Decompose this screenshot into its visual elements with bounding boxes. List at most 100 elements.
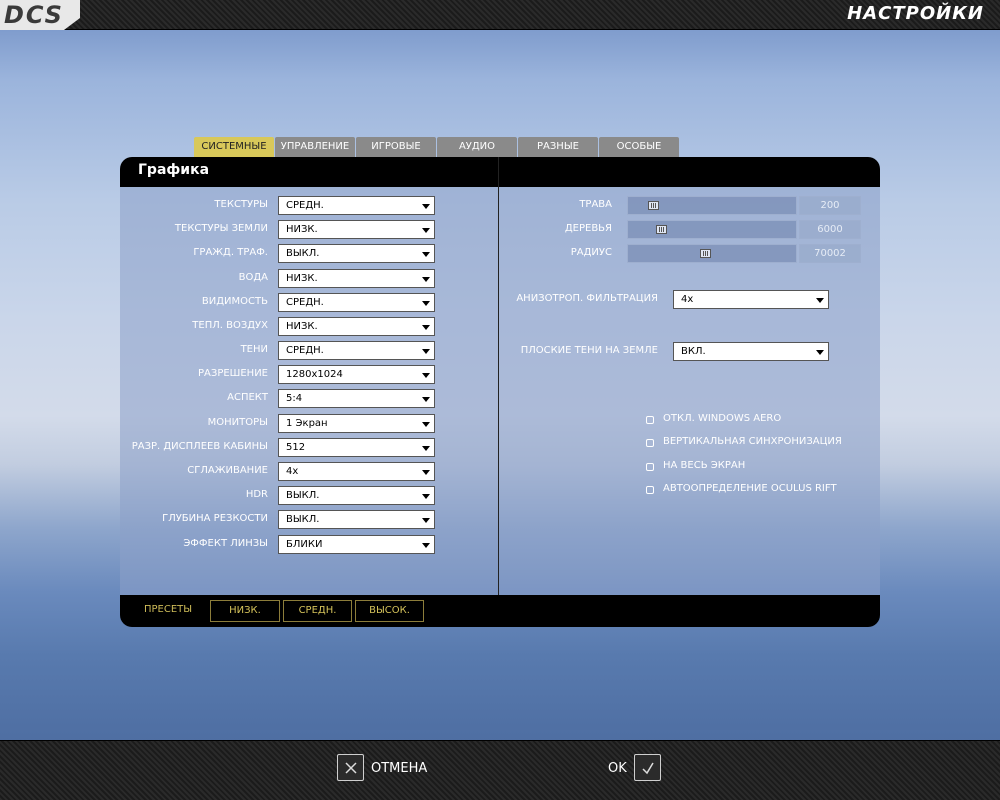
panel-body: ТЕКСТУРЫ СРЕДН. ТЕКСТУРЫ ЗЕМЛИ НИЗК. ГРА… [120,187,880,595]
chevron-down-icon [422,543,430,548]
checkbox-oculus[interactable]: АВТООПРЕДЕЛЕНИЕ OCULUS RIFT [646,483,880,499]
select-value: 1280x1024 [286,369,343,380]
checkbox-box[interactable] [646,416,654,424]
chevron-down-icon [816,350,824,355]
slider-row-radius: РАДИУС 70002 [498,244,880,264]
setting-row-shadows: ТЕНИ СРЕДН. [120,341,498,361]
slider-label: ДЕРЕВЬЯ [564,223,612,234]
slider-label: РАДИУС [570,247,612,258]
chevron-down-icon [422,349,430,354]
panel-title: Графика [138,162,210,178]
shadows-select[interactable]: СРЕДН. [278,341,435,360]
resolution-select[interactable]: 1280x1024 [278,365,435,384]
setting-row-monitors: МОНИТОРЫ 1 Экран [120,414,498,434]
setting-row-heat-blur: ТЕПЛ. ВОЗДУХ НИЗК. [120,317,498,337]
checkbox-fullscreen[interactable]: НА ВЕСЬ ЭКРАН [646,460,880,476]
tab-controls[interactable]: УПРАВЛЕНИЕ [275,137,355,157]
setting-row-ground-textures: ТЕКСТУРЫ ЗЕМЛИ НИЗК. [120,220,498,240]
monitors-select[interactable]: 1 Экран [278,414,435,433]
civil-traffic-select[interactable]: ВЫКЛ. [278,244,435,263]
aspect-select[interactable]: 5:4 [278,389,435,408]
preset-low-button[interactable]: НИЗК. [210,600,280,622]
select-value: СРЕДН. [286,345,324,356]
setting-row-depth-of-field: ГЛУБИНА РЕЗКОСТИ ВЫКЛ. [120,510,498,530]
ok-button[interactable]: OK [606,754,666,784]
select-value: НИЗК. [286,321,318,332]
ground-textures-select[interactable]: НИЗК. [278,220,435,239]
cockpit-displays-select[interactable]: 512 [278,438,435,457]
chevron-down-icon [422,228,430,233]
tab-gameplay[interactable]: ИГРОВЫЕ [356,137,436,157]
select-value: 5:4 [286,393,303,404]
checkbox-box[interactable] [646,463,654,471]
setting-row-hdr: HDR ВЫКЛ. [120,486,498,506]
textures-select[interactable]: СРЕДН. [278,196,435,215]
slider-thumb[interactable] [648,201,659,210]
chevron-down-icon [816,298,824,303]
setting-label: ТЕКСТУРЫ [214,199,268,210]
setting-row-aspect: АСПЕКТ 5:4 [120,389,498,409]
setting-label: АНИЗОТРОП. ФИЛЬТРАЦИЯ [516,293,658,304]
setting-label: АСПЕКТ [227,392,268,403]
slider-thumb[interactable] [656,225,667,234]
tab-system[interactable]: СИСТЕМНЫЕ [194,137,274,157]
setting-label: ВИДИМОСТЬ [201,296,268,307]
slider-label: ТРАВА [579,199,612,210]
page-title: НАСТРОЙКИ [847,3,984,24]
checkbox-box[interactable] [646,486,654,494]
tab-audio[interactable]: АУДИО [437,137,517,157]
graphics-panel: Графика ТЕКСТУРЫ СРЕДН. ТЕКСТУРЫ ЗЕМЛИ Н… [120,157,880,627]
check-icon [634,754,661,781]
hdr-select[interactable]: ВЫКЛ. [278,486,435,505]
chevron-down-icon [422,373,430,378]
select-value: 512 [286,442,306,453]
checkbox-disable-aero[interactable]: ОТКЛ. WINDOWS AERO [646,413,880,429]
select-value: ВЫКЛ. [286,490,320,501]
bottom-bar: ОТМЕНА OK [0,740,1000,800]
chevron-down-icon [422,325,430,330]
preset-high-button[interactable]: ВЫСОК. [355,600,424,622]
ok-label: OK [608,761,627,776]
setting-label: ГЛУБИНА РЕЗКОСТИ [162,513,268,524]
chevron-down-icon [422,204,430,209]
select-value: НИЗК. [286,224,318,235]
setting-row-cockpit-displays: РАЗР. ДИСПЛЕЕВ КАБИНЫ 512 [120,438,498,458]
lens-effect-select[interactable]: БЛИКИ [278,535,435,554]
radius-slider[interactable] [627,244,797,263]
presets-label: ПРЕСЕТЫ [144,604,193,615]
trees-slider[interactable] [627,220,797,239]
slider-thumb[interactable] [700,249,711,258]
setting-label: ТЕПЛ. ВОЗДУХ [192,320,268,331]
cancel-button[interactable]: ОТМЕНА [337,754,447,784]
chevron-down-icon [422,422,430,427]
depth-of-field-select[interactable]: ВЫКЛ. [278,510,435,529]
visibility-select[interactable]: СРЕДН. [278,293,435,312]
setting-label: РАЗРЕШЕНИЕ [198,368,268,379]
setting-row-flat-shadows: ПЛОСКИЕ ТЕНИ НА ЗЕМЛЕ ВКЛ. [498,342,880,362]
checkbox-label: ВЕРТИКАЛЬНАЯ СИНХРОНИЗАЦИЯ [663,436,842,447]
setting-label: ГРАЖД. ТРАФ. [193,247,268,258]
logo-text: DCS [4,1,64,29]
setting-row-resolution: РАЗРЕШЕНИЕ 1280x1024 [120,365,498,385]
grass-slider[interactable] [627,196,797,215]
close-icon [337,754,364,781]
flat-shadows-select[interactable]: ВКЛ. [673,342,829,361]
setting-label: ПЛОСКИЕ ТЕНИ НА ЗЕМЛЕ [520,345,658,356]
setting-row-lens-effect: ЭФФЕКТ ЛИНЗЫ БЛИКИ [120,535,498,555]
water-select[interactable]: НИЗК. [278,269,435,288]
trees-value: 6000 [799,220,861,239]
checkbox-label: НА ВЕСЬ ЭКРАН [663,460,746,471]
select-value: СРЕДН. [286,297,324,308]
tab-special[interactable]: ОСОБЫЕ [599,137,679,157]
checkbox-vsync[interactable]: ВЕРТИКАЛЬНАЯ СИНХРОНИЗАЦИЯ [646,436,880,452]
preset-medium-button[interactable]: СРЕДН. [283,600,352,622]
checkbox-box[interactable] [646,439,654,447]
heat-blur-select[interactable]: НИЗК. [278,317,435,336]
select-value: 1 Экран [286,418,328,429]
anisotropic-select[interactable]: 4x [673,290,829,309]
setting-row-textures: ТЕКСТУРЫ СРЕДН. [120,196,498,216]
antialiasing-select[interactable]: 4x [278,462,435,481]
chevron-down-icon [422,252,430,257]
setting-label: ТЕКСТУРЫ ЗЕМЛИ [174,223,268,234]
tab-misc[interactable]: РАЗНЫЕ [518,137,598,157]
